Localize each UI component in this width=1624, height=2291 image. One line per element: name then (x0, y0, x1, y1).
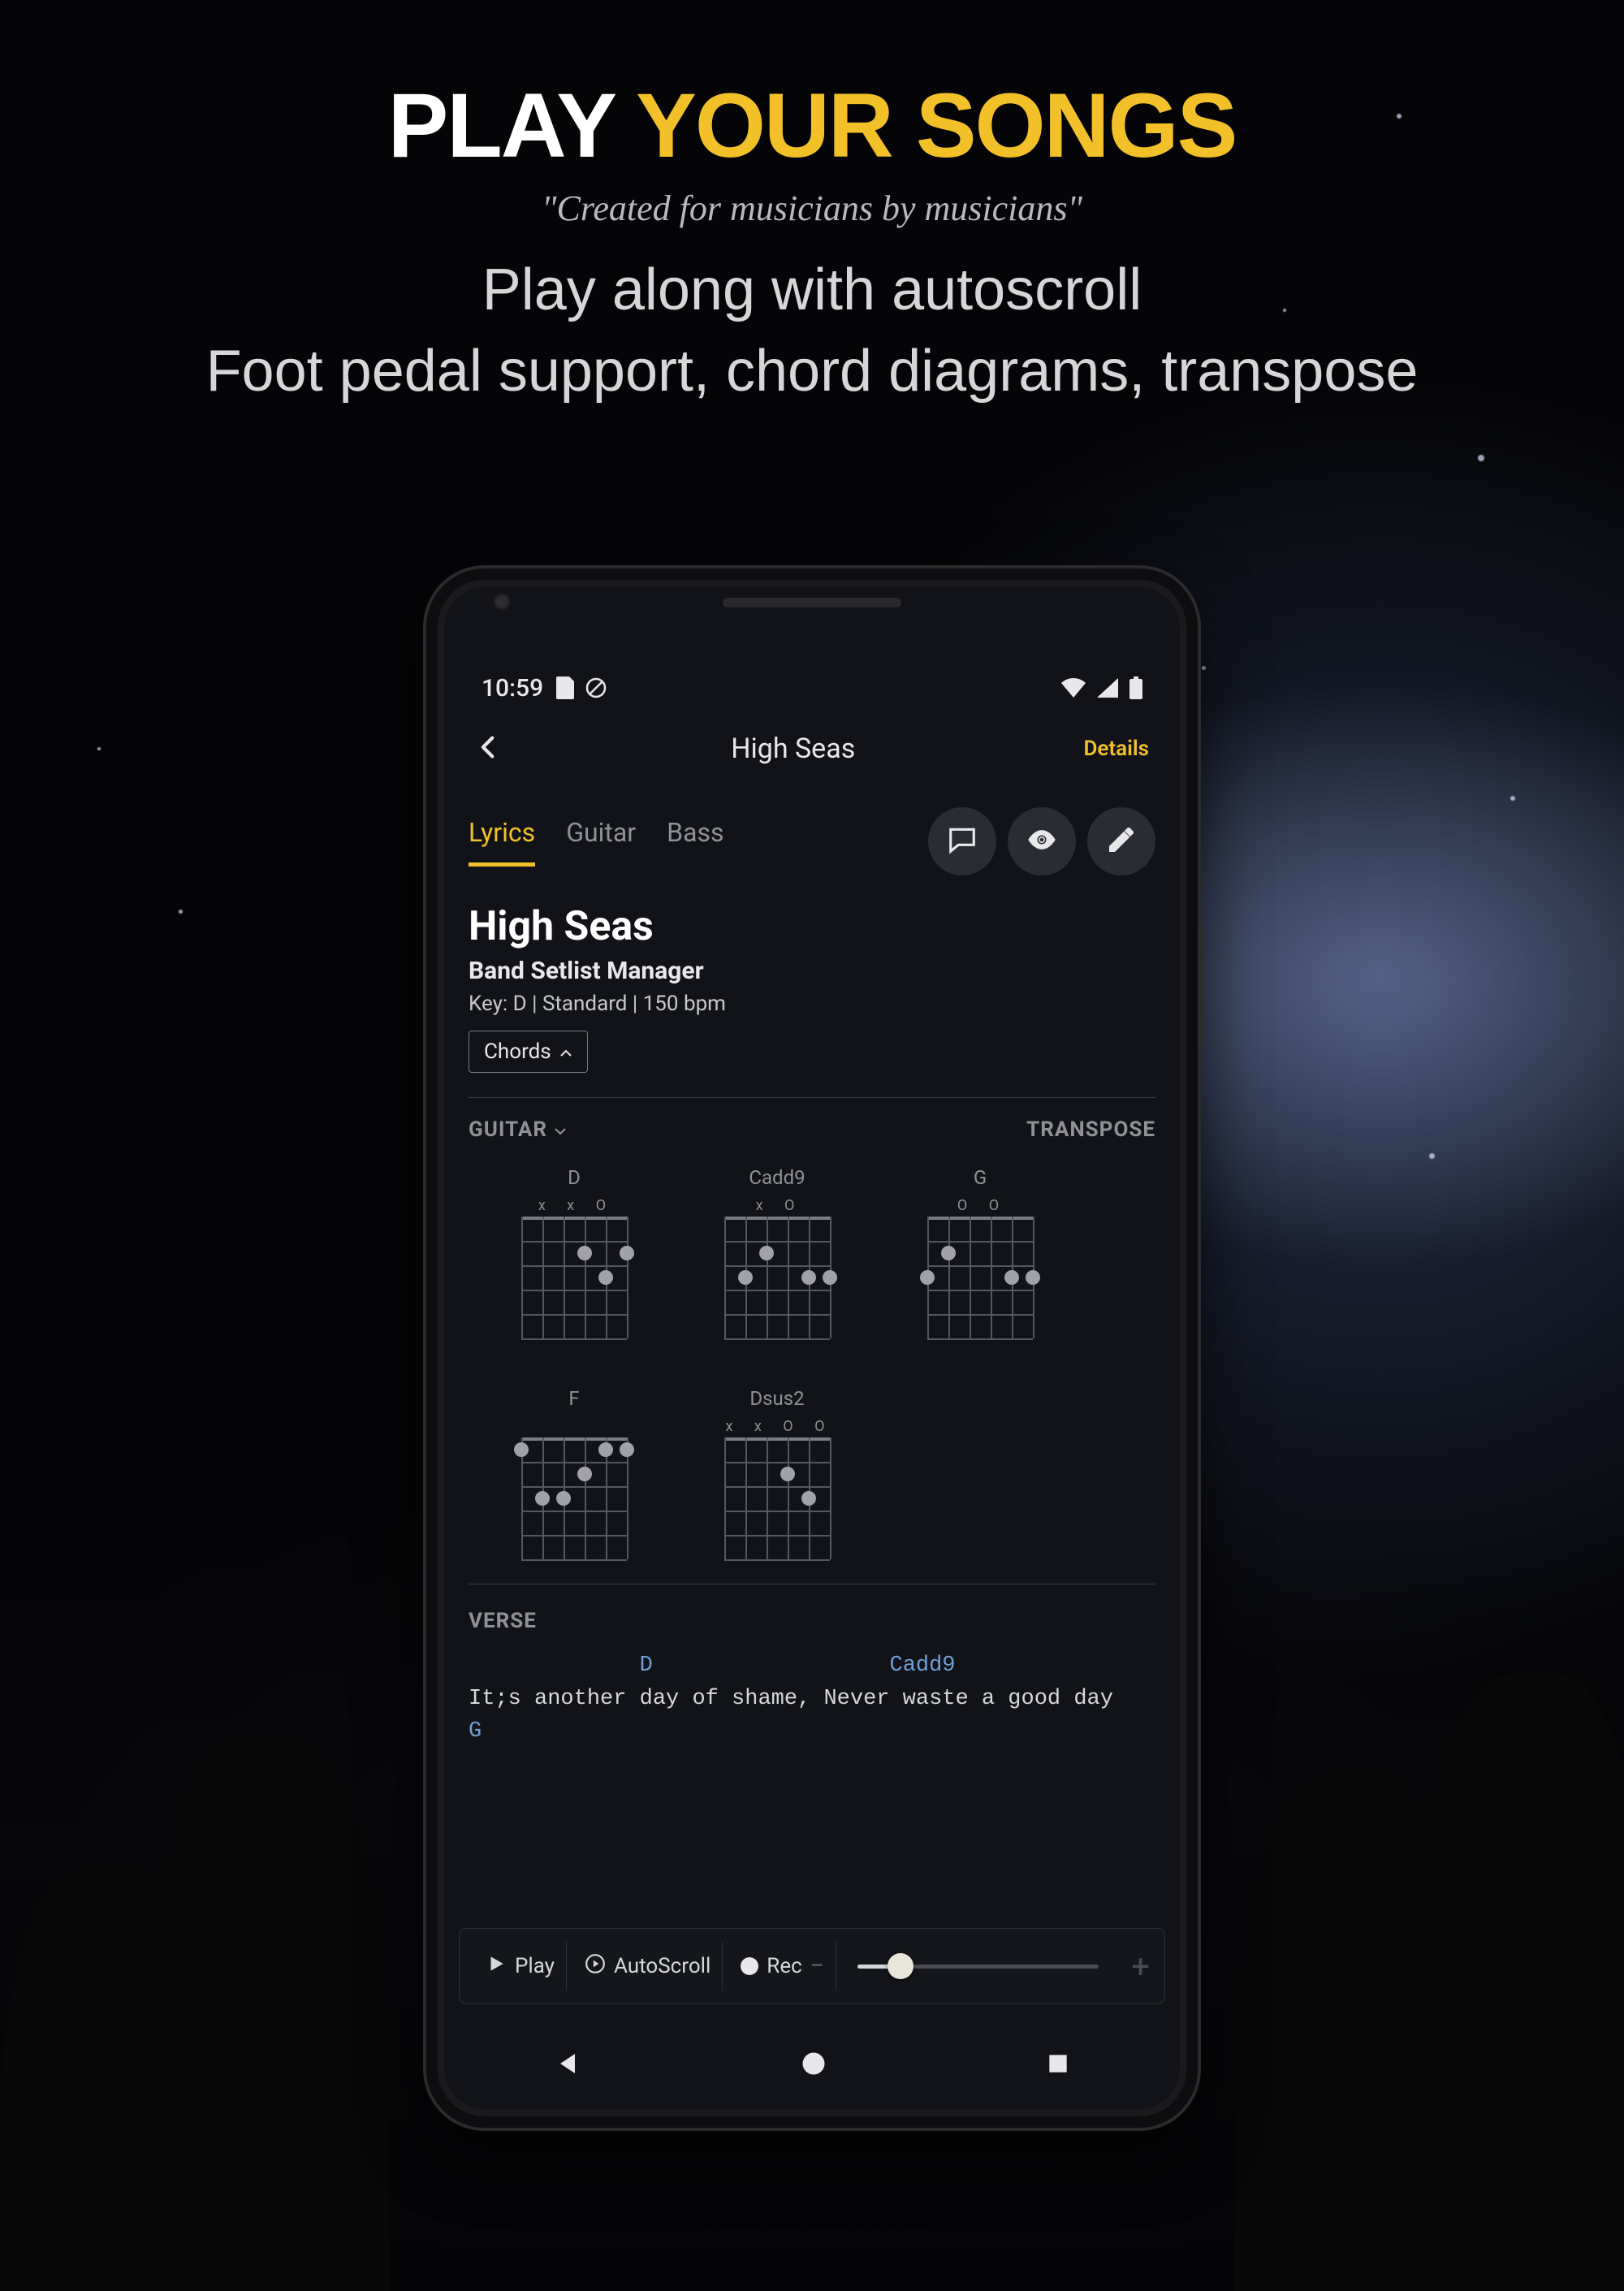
play-icon (486, 1953, 507, 1980)
chevron-up-icon (559, 1040, 572, 1064)
lyric-block: D Cadd9 It;s another day of shame, Never… (469, 1649, 1155, 1749)
autoscroll-icon (585, 1953, 606, 1980)
chevron-down-icon (554, 1117, 567, 1142)
sd-card-icon (555, 676, 574, 699)
visibility-button[interactable] (1008, 807, 1076, 875)
transpose-button[interactable]: TRANSPOSE (1026, 1117, 1155, 1142)
pencil-icon (1106, 824, 1137, 858)
chords-toggle[interactable]: Chords (469, 1031, 588, 1073)
do-not-disturb-icon (585, 677, 607, 698)
status-time: 10:59 (482, 674, 543, 702)
signal-icon (1097, 678, 1118, 698)
phone-frame: 10:59 High Seas Details Lyrics Guitar Ba… (426, 568, 1198, 2128)
record-button[interactable]: Rec – (729, 1942, 836, 1991)
tab-bass[interactable]: Bass (667, 817, 723, 867)
headline-quote: "Created for musicians by musicians" (0, 188, 1624, 229)
nav-back-icon[interactable] (553, 2049, 582, 2081)
play-button[interactable]: Play (474, 1942, 567, 1991)
eye-icon (1026, 824, 1057, 858)
record-icon (741, 1957, 758, 1975)
section-label: VERSE (469, 1609, 1155, 1633)
tab-lyrics[interactable]: Lyrics (469, 817, 535, 867)
chord-diagram-grid: D x x O Cadd9 x O (469, 1166, 1155, 1559)
autoscroll-button[interactable]: AutoScroll (573, 1942, 723, 1991)
chord-diagram: D x x O (517, 1166, 631, 1338)
headline-sub2: Foot pedal support, chord diagrams, tran… (0, 338, 1624, 404)
song-meta: Key: D | Standard | 150 bpm (469, 992, 1155, 1016)
tab-guitar[interactable]: Guitar (566, 817, 636, 867)
comment-icon (947, 824, 978, 858)
slider-plus[interactable]: + (1120, 1947, 1150, 1986)
playback-controls: Play AutoScroll Rec – + (459, 1928, 1165, 2004)
chord-diagram: G O O (923, 1166, 1037, 1338)
wifi-icon (1061, 678, 1086, 698)
chord-diagram: F (517, 1387, 631, 1559)
song-title: High Seas (469, 903, 1155, 950)
song-artist: Band Setlist Manager (469, 957, 1155, 985)
chord-diagram: Dsus2 x x O O (720, 1387, 834, 1559)
headline-sub1: Play along with autoscroll (0, 257, 1624, 323)
android-navbar (444, 2021, 1180, 2110)
nav-recent-icon[interactable] (1045, 2051, 1071, 2080)
speed-slider[interactable] (843, 1965, 1114, 1969)
nav-home-icon[interactable] (799, 2049, 828, 2081)
appbar-title: High Seas (503, 733, 1083, 765)
instrument-selector[interactable]: GUITAR (469, 1117, 567, 1142)
edit-button[interactable] (1087, 807, 1155, 875)
headline: PLAY YOUR SONGS (0, 73, 1624, 178)
comment-button[interactable] (928, 807, 996, 875)
details-button[interactable]: Details (1083, 737, 1149, 761)
back-button[interactable] (475, 733, 503, 764)
battery-icon (1129, 676, 1142, 699)
chord-diagram: Cadd9 x O (720, 1166, 834, 1338)
